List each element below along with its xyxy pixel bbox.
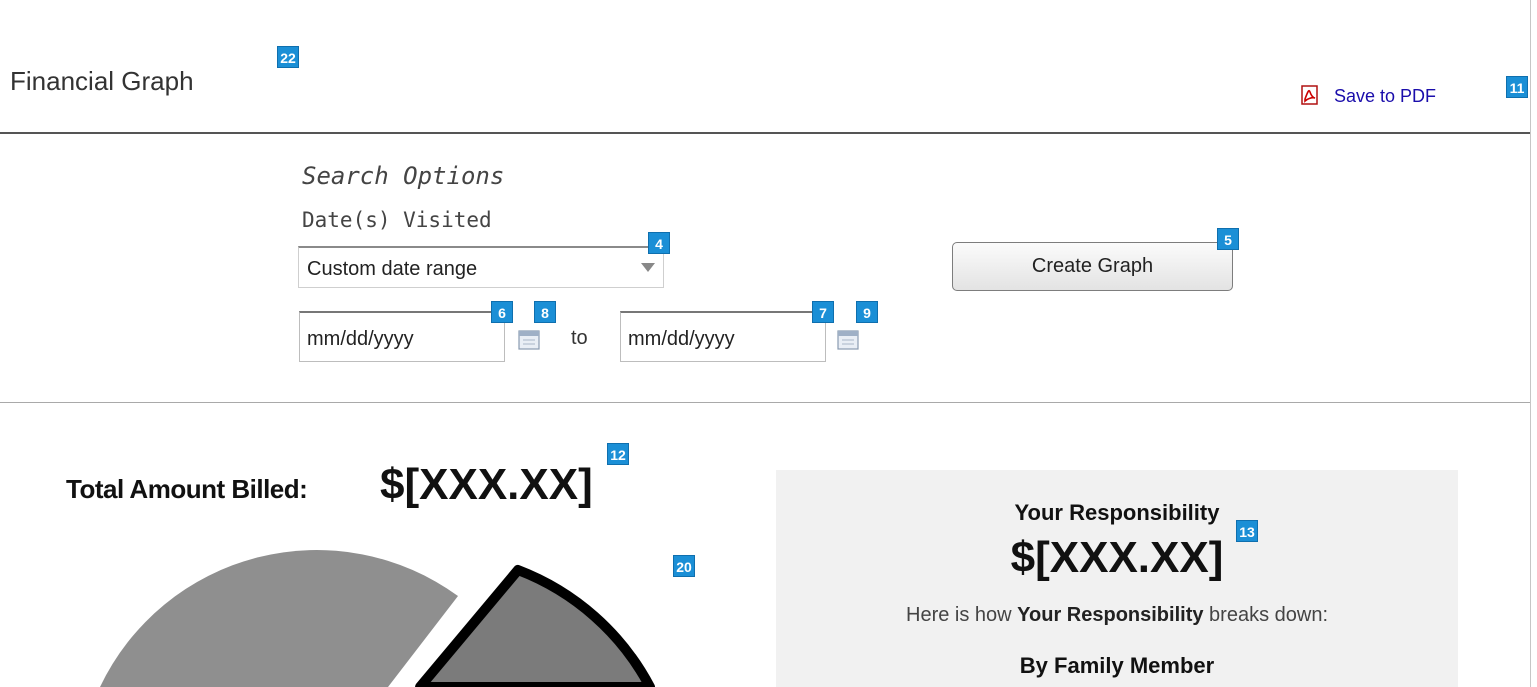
by-family-member-heading: By Family Member: [1019, 653, 1215, 678]
pdf-file-icon: [1301, 85, 1318, 105]
calendar-icon[interactable]: [517, 327, 541, 351]
annotation-badge: 5: [1217, 228, 1239, 250]
search-options-heading: Search Options: [302, 162, 505, 190]
total-amount-billed-label: Total Amount Billed:: [66, 474, 308, 504]
pie-slice-light: [100, 550, 458, 687]
end-date-input[interactable]: mm/dd/yyyy: [620, 311, 826, 362]
header-divider: [0, 132, 1530, 134]
create-graph-button[interactable]: Create Graph: [952, 242, 1233, 291]
responsibility-description: Here is how Your Responsibility breaks d…: [776, 604, 1458, 627]
date-range-select[interactable]: Custom date range: [298, 246, 664, 288]
annotation-badge: 12: [607, 443, 629, 465]
desc-bold: Your Responsibility: [1017, 604, 1204, 626]
annotation-badge: 7: [812, 301, 834, 323]
save-to-pdf-label: Save to PDF: [1334, 86, 1437, 106]
end-date-placeholder: mm/dd/yyyy: [628, 328, 735, 350]
annotation-badge: 8: [534, 301, 556, 323]
desc-suffix: breaks down:: [1203, 604, 1328, 626]
page-title: Financial Graph: [10, 66, 194, 96]
responsibility-panel: Your Responsibility $[XXX.XX] Here is ho…: [776, 470, 1458, 687]
desc-prefix: Here is how: [906, 604, 1018, 626]
annotation-badge: 6: [491, 301, 513, 323]
responsibility-amount: $[XXX.XX]: [1010, 533, 1224, 582]
billing-pie-chart[interactable]: [0, 540, 740, 687]
date-range-to-label: to: [571, 327, 588, 349]
start-date-input[interactable]: mm/dd/yyyy: [299, 311, 505, 362]
start-date-placeholder: mm/dd/yyyy: [307, 328, 414, 350]
annotation-badge: 4: [648, 232, 670, 254]
annotation-badge: 20: [673, 555, 695, 577]
right-border: [1530, 0, 1531, 687]
total-amount-billed-value: $[XXX.XX]: [380, 460, 593, 509]
annotation-badge: 9: [856, 301, 878, 323]
annotation-badge: 13: [1236, 520, 1258, 542]
pie-slice-dark-highlighted: [415, 565, 655, 687]
calendar-icon[interactable]: [836, 327, 860, 351]
search-divider: [0, 402, 1530, 403]
annotation-badge: 22: [277, 46, 299, 68]
responsibility-title: Your Responsibility: [1014, 500, 1220, 525]
date-range-selected-value: Custom date range: [307, 258, 478, 280]
annotation-badge: 11: [1506, 76, 1528, 98]
dates-visited-label: Date(s) Visited: [302, 208, 492, 232]
chevron-down-icon: [641, 263, 655, 272]
